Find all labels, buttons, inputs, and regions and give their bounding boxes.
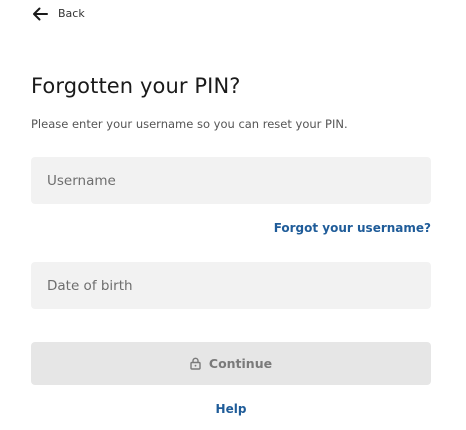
page-title: Forgotten your PIN? — [31, 74, 241, 98]
date-of-birth-field[interactable] — [31, 262, 431, 309]
help-link[interactable]: Help — [0, 402, 462, 416]
username-field[interactable] — [31, 157, 431, 204]
arrow-left-icon — [31, 6, 49, 22]
back-button[interactable]: Back — [31, 6, 85, 22]
continue-button[interactable]: Continue — [31, 342, 431, 385]
back-label: Back — [58, 7, 85, 20]
lock-icon — [190, 357, 201, 370]
continue-label: Continue — [208, 356, 273, 371]
forgot-username-link[interactable]: Forgot your username? — [274, 221, 431, 235]
page-subtitle: Please enter your username so you can re… — [31, 117, 348, 131]
forgotten-pin-page: Back Forgotten your PIN? Please enter yo… — [0, 0, 466, 430]
date-of-birth-input[interactable] — [47, 277, 415, 294]
username-input[interactable] — [47, 172, 415, 189]
